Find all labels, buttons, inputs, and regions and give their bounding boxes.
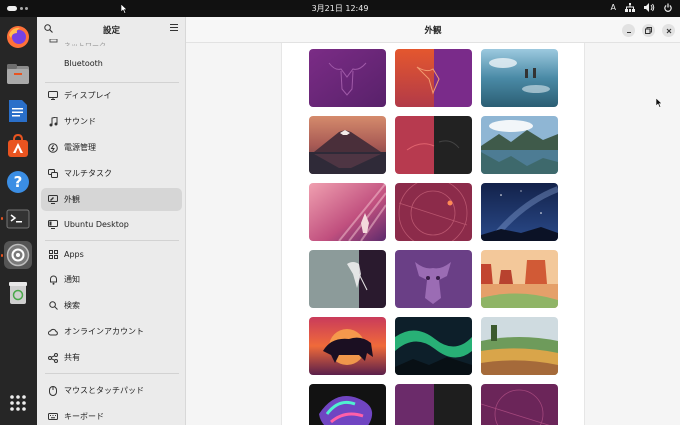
trash-launcher[interactable]: [4, 279, 32, 307]
cloud-icon: [48, 327, 58, 337]
wallpaper-thumbnail[interactable]: [309, 183, 386, 241]
wallpaper-thumbnail[interactable]: [481, 183, 558, 241]
sidebar-item-power[interactable]: 電源管理: [41, 136, 182, 159]
app-grid-icon: [10, 395, 26, 411]
main-header: 外観: [186, 17, 680, 43]
wallpaper-thumbnail[interactable]: [395, 116, 472, 174]
mouse-icon: [48, 385, 58, 396]
sidebar-item-partial[interactable]: ネットワーク: [41, 34, 182, 46]
page-title: 外観: [424, 26, 442, 36]
keyboard-icon: [48, 412, 58, 422]
trash-icon: [9, 282, 27, 304]
wallpaper-thumbnail[interactable]: [395, 250, 472, 308]
wallpaper-thumbnail[interactable]: [481, 250, 558, 308]
network-icon: [625, 3, 635, 13]
show-apps-button[interactable]: [4, 389, 32, 417]
maximize-button[interactable]: [642, 24, 655, 37]
sidebar-item-search[interactable]: 検索: [41, 294, 182, 317]
close-button[interactable]: [662, 24, 675, 37]
wallpaper-thumbnail[interactable]: [309, 116, 386, 174]
music-note-icon: [48, 116, 58, 127]
share-icon: [48, 352, 58, 363]
wallpaper-thumbnail[interactable]: [481, 49, 558, 107]
wallpaper-thumbnail[interactable]: [395, 317, 472, 375]
help-icon: ?: [7, 171, 29, 193]
sidebar-item-ubuntu-desktop[interactable]: Ubuntu Desktop: [41, 213, 182, 236]
wallpaper-thumbnail[interactable]: [309, 49, 386, 107]
sidebar-item-multitasking[interactable]: マルチタスク: [41, 162, 182, 185]
wallpaper-thumbnail[interactable]: [481, 116, 558, 174]
main-panel: 外観: [186, 17, 680, 425]
minimize-button[interactable]: [622, 24, 635, 37]
input-method-indicator[interactable]: A: [611, 3, 616, 13]
wallpaper-thumbnail[interactable]: [481, 384, 558, 425]
terminal-launcher[interactable]: [4, 205, 32, 233]
display-icon: [48, 91, 58, 101]
system-tray[interactable]: A: [611, 3, 672, 13]
wallpaper-thumbnail[interactable]: [309, 250, 386, 308]
power-icon: [664, 3, 672, 13]
sidebar-item-mouse-touchpad[interactable]: マウスとタッチパッド: [41, 379, 182, 402]
appearance-icon: [48, 195, 58, 205]
settings-launcher[interactable]: [4, 241, 32, 269]
mouse-pointer-icon: [655, 97, 663, 110]
svg-text:?: ?: [14, 173, 23, 191]
app-center-launcher[interactable]: [4, 132, 32, 160]
multitasking-icon: [48, 169, 58, 179]
power-icon: [48, 142, 58, 153]
sidebar-item-online-accounts[interactable]: オンラインアカウント: [41, 320, 182, 343]
restore-icon: [645, 27, 652, 34]
sidebar-item-keyboard[interactable]: キーボード: [41, 405, 182, 425]
wallpaper-thumbnail[interactable]: [481, 317, 558, 375]
wallpaper-thumbnail[interactable]: [309, 384, 386, 425]
settings-gear-icon: [6, 243, 30, 267]
terminal-icon: [6, 209, 30, 229]
mouse-pointer-icon: [120, 3, 128, 16]
network-icon: [48, 36, 58, 46]
dock: ?: [0, 17, 37, 425]
app-center-icon: [8, 134, 28, 157]
top-bar: 3月21日 12:49 A: [0, 0, 680, 17]
wallpaper-thumbnail[interactable]: [395, 183, 472, 241]
clock[interactable]: 3月21日 12:49: [0, 3, 680, 14]
help-launcher[interactable]: ?: [4, 168, 32, 196]
settings-sidebar: 設定 ネットワーク Bluetooth ディスプレイ サウンド 電源管理 マルチ…: [37, 17, 186, 425]
files-launcher[interactable]: [4, 60, 32, 88]
search-icon: [48, 301, 58, 311]
sidebar-item-sound[interactable]: サウンド: [41, 110, 182, 133]
firefox-launcher[interactable]: [4, 23, 32, 51]
wallpaper-thumbnail[interactable]: [309, 317, 386, 375]
document-icon: [9, 100, 27, 122]
bluetooth-icon: [48, 59, 58, 69]
sidebar-item-sharing[interactable]: 共有: [41, 346, 182, 369]
folder-icon: [7, 64, 29, 84]
sidebar-item-display[interactable]: ディスプレイ: [41, 84, 182, 107]
wallpaper-gallery: [281, 43, 585, 425]
sidebar-item-apps[interactable]: Apps: [41, 243, 182, 266]
apps-grid-icon: [48, 250, 58, 260]
sidebar-item-bluetooth[interactable]: Bluetooth: [41, 52, 182, 75]
bell-icon: [48, 275, 58, 285]
close-icon: [666, 28, 671, 33]
ubuntu-desktop-icon: [48, 220, 58, 230]
sidebar-item-appearance[interactable]: 外観: [41, 188, 182, 211]
wallpaper-thumbnail[interactable]: [395, 384, 472, 425]
wallpaper-thumbnail[interactable]: [395, 49, 472, 107]
writer-launcher[interactable]: [4, 97, 32, 125]
firefox-icon: [7, 26, 29, 48]
minimize-icon: [626, 31, 631, 33]
sidebar-item-notifications[interactable]: 通知: [41, 268, 182, 291]
hamburger-menu-icon[interactable]: [170, 24, 178, 33]
volume-icon: [644, 3, 655, 13]
